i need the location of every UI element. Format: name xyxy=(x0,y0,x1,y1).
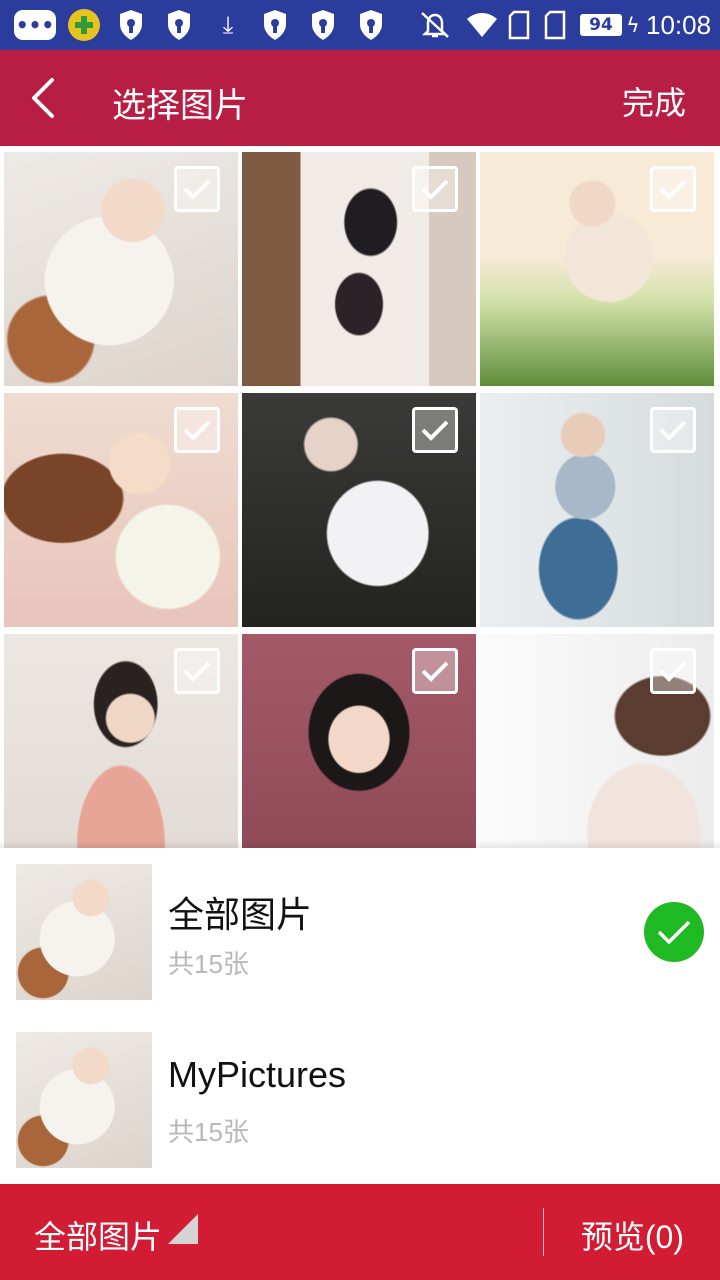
clock: 10:08 xyxy=(646,10,712,40)
shield-icon xyxy=(166,9,192,41)
selected-check-icon xyxy=(644,902,704,962)
select-checkbox[interactable] xyxy=(650,166,696,212)
album-cover xyxy=(16,864,152,1000)
security-plus-icon xyxy=(68,9,100,41)
sim-icon xyxy=(508,9,530,41)
album-selector-button[interactable]: 全部图片 xyxy=(0,1184,230,1280)
album-cover xyxy=(16,1032,152,1168)
photo-item[interactable] xyxy=(480,152,714,386)
checkmark-icon xyxy=(183,179,211,200)
photo-item[interactable] xyxy=(242,152,476,386)
sim-icon xyxy=(544,9,566,41)
album-item-all[interactable]: 全部图片 共15张 xyxy=(0,848,720,1016)
alarm-off-icon xyxy=(418,9,452,41)
shield-icon xyxy=(262,9,288,41)
checkmark-icon xyxy=(421,179,449,200)
wifi-icon xyxy=(466,9,498,41)
battery-icon: 94 xyxy=(580,14,622,36)
checkmark-icon xyxy=(659,661,687,682)
select-checkbox[interactable] xyxy=(412,407,458,453)
preview-button[interactable]: 预览(0) xyxy=(581,1212,684,1258)
photo-item[interactable] xyxy=(4,634,238,848)
photo-grid xyxy=(0,146,720,848)
select-checkbox[interactable] xyxy=(174,166,220,212)
album-item-mypictures[interactable]: MyPictures 共15张 xyxy=(0,1016,720,1184)
top-bar: 选择图片 完成 xyxy=(0,50,720,146)
select-checkbox[interactable] xyxy=(650,648,696,694)
shield-icon xyxy=(118,9,144,41)
photo-item[interactable] xyxy=(480,634,714,848)
checkmark-icon xyxy=(659,179,687,200)
select-checkbox[interactable] xyxy=(412,648,458,694)
charging-icon: ϟ xyxy=(626,13,640,37)
bottom-bar: 全部图片 预览(0) xyxy=(0,1184,720,1280)
photo-item[interactable] xyxy=(242,634,476,848)
album-list-panel: 全部图片 共15张 MyPictures 共15张 xyxy=(0,848,720,1184)
checkmark-icon xyxy=(183,661,211,682)
select-checkbox[interactable] xyxy=(174,648,220,694)
album-name: 全部图片 xyxy=(168,894,313,935)
album-count: 共15张 xyxy=(168,1117,249,1147)
page-title: 选择图片 xyxy=(112,87,248,125)
status-bar: ••• ⤓ 94 ϟ 10:08 xyxy=(0,0,720,50)
photo-item[interactable] xyxy=(4,152,238,386)
album-selector-label: 全部图片 xyxy=(34,1219,163,1255)
select-checkbox[interactable] xyxy=(650,407,696,453)
checkmark-icon xyxy=(659,420,687,441)
album-count: 共15张 xyxy=(168,949,249,979)
photo-item[interactable] xyxy=(4,393,238,627)
album-name: MyPictures xyxy=(168,1054,347,1095)
download-icon: ⤓ xyxy=(222,11,234,39)
photo-item[interactable] xyxy=(242,393,476,627)
message-icon: ••• xyxy=(14,10,56,40)
checkmark-icon xyxy=(421,661,449,682)
checkmark-icon xyxy=(421,420,449,441)
shield-icon xyxy=(310,9,336,41)
photo-item[interactable] xyxy=(480,393,714,627)
shield-icon xyxy=(358,9,384,41)
done-button[interactable]: 完成 xyxy=(622,78,686,124)
corner-triangle-icon xyxy=(168,1214,198,1244)
chevron-left-icon[interactable] xyxy=(22,74,66,122)
divider xyxy=(543,1208,544,1256)
checkmark-icon xyxy=(183,420,211,441)
select-checkbox[interactable] xyxy=(174,407,220,453)
select-checkbox[interactable] xyxy=(412,166,458,212)
